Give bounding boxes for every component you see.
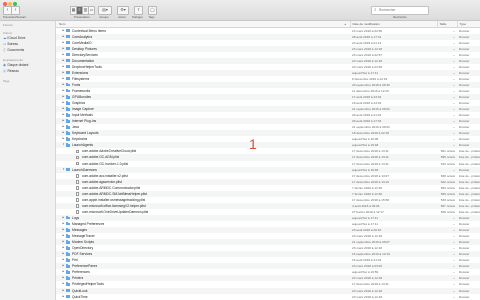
list-icon: ≡	[78, 7, 81, 12]
column-name[interactable]: Nom ▴	[56, 21, 348, 27]
disclosure-collapsed-icon[interactable]: ▶	[62, 294, 65, 300]
gear-icon: ⚙▾	[120, 7, 126, 12]
document-icon: ▯	[3, 48, 6, 52]
item-kind: Dossier	[459, 294, 470, 299]
column-kind[interactable]: Type	[457, 21, 480, 27]
sidebar-header-favorites: Favoris	[3, 23, 13, 27]
item-name: QuickTime	[72, 294, 88, 299]
sidebar-item-label: iCloud Drive	[7, 36, 26, 40]
column-size[interactable]: Taille	[437, 21, 456, 27]
chevron-right-icon: ›	[14, 7, 17, 13]
annotation-number: 1	[249, 136, 257, 152]
sidebar-item-label: Disque distant	[7, 63, 29, 67]
sidebar-item-documents[interactable]: ▯ Documents	[3, 47, 53, 53]
gallery-icon: ▭	[89, 7, 94, 12]
sidebar-item-network[interactable]: ◎Réseau	[3, 68, 53, 74]
search-input[interactable]	[379, 7, 424, 12]
item-date: 23 mars 2018 à 12:18	[352, 294, 383, 299]
chevron-left-icon: ‹	[6, 7, 9, 13]
network-icon: ◎	[3, 69, 7, 73]
sort-ascending-icon: ▴	[344, 22, 346, 26]
column-date[interactable]: Date de modification	[350, 21, 436, 27]
sidebar-item-label: Réseau	[7, 69, 19, 73]
sidebar-item-label: Bureau	[7, 42, 19, 46]
action-label: Action	[118, 14, 126, 19]
search-field[interactable]: ⌕	[371, 5, 429, 15]
sidebar-item-label: Documents	[7, 48, 25, 52]
columns-icon: ▥	[83, 7, 88, 12]
sidebar-header-tags: Tags	[3, 79, 10, 83]
search-label: Recherche	[393, 14, 407, 19]
rows: ▶ Contextual Menu Items 23 mars 2018 à 02:…	[56, 28, 480, 300]
group-icon: ▤▾	[102, 7, 108, 12]
toolbar: ‹ › Précédent/Suivant ▦ ≡ ▥ ▭ Présentati…	[0, 0, 480, 21]
folder-icon	[66, 294, 70, 300]
item-size: --	[452, 294, 455, 299]
share-label: Partager	[132, 14, 143, 19]
tags-label: Tags	[148, 14, 155, 19]
sidebar: Favoris iCloud ☁iCloud Drive ▭Bureau ▯ Do…	[0, 21, 56, 300]
share-icon: ⇪	[136, 7, 141, 12]
tag-icon: ◯	[150, 7, 155, 12]
presentation-label: Présentation	[74, 14, 90, 19]
file-list: Nom ▴ Date de modification Taille Type ▶ C…	[56, 21, 480, 300]
grid-icon: ▦	[71, 7, 76, 12]
search-icon: ⌕	[374, 7, 377, 12]
nav-label: Précédent/Suivant	[3, 14, 26, 19]
column-name-label: Nom	[59, 22, 66, 26]
group-label: Groupe	[99, 14, 109, 19]
folder-row[interactable]: ▶ QuickTime 23 mars 2018 à 12:18 -- Dossier	[56, 294, 480, 300]
